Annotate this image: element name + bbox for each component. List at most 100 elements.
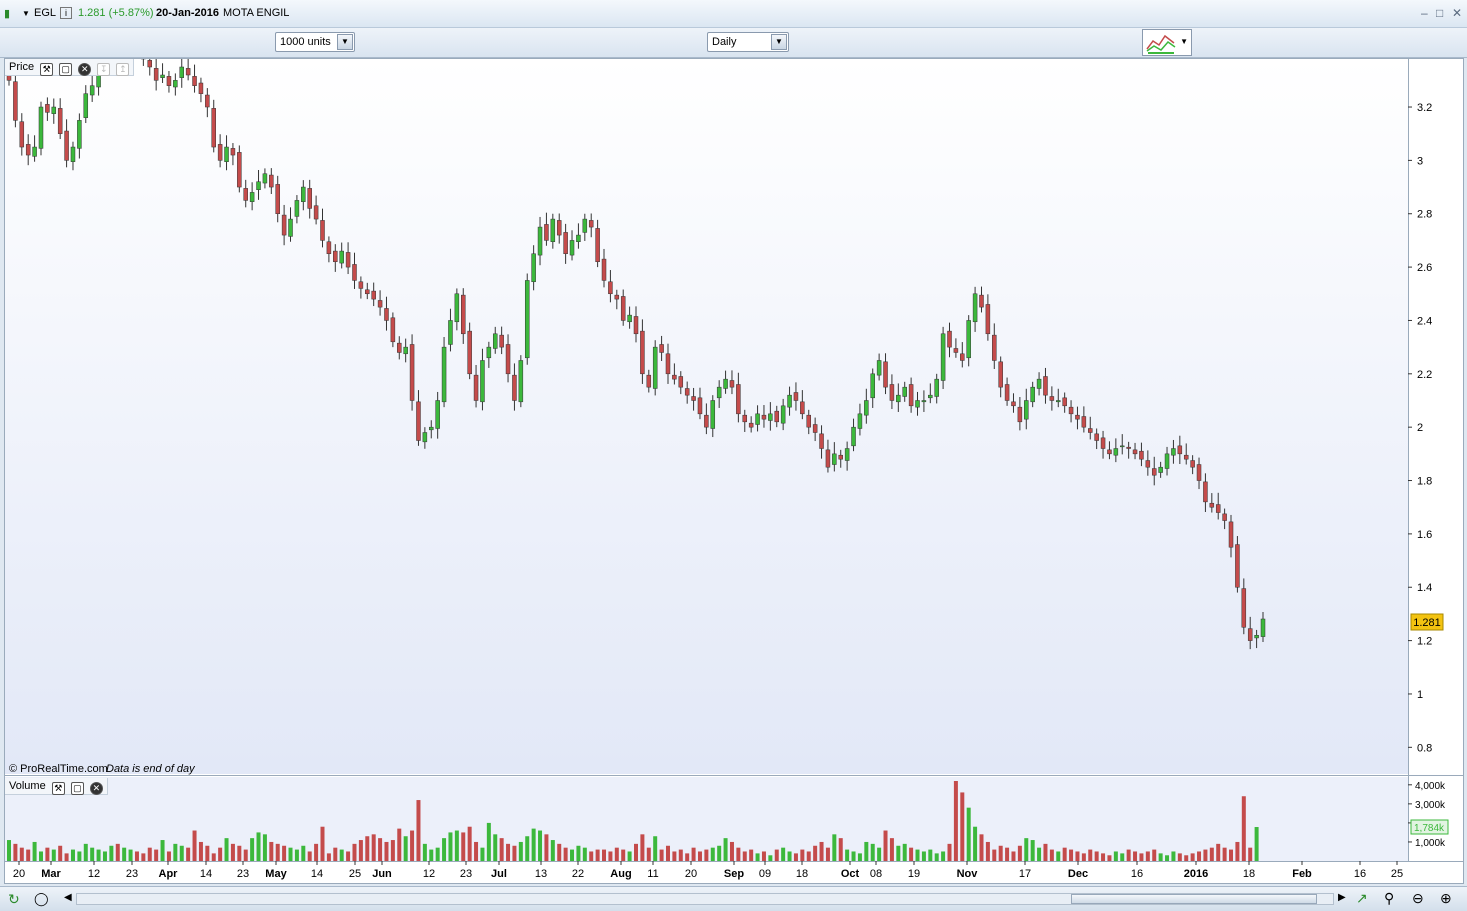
volume-bar: [595, 849, 600, 861]
maximize-icon[interactable]: □: [1436, 6, 1443, 20]
candle-body: [928, 394, 933, 399]
volume-bar: [218, 847, 223, 861]
candle-body: [77, 120, 82, 149]
volume-bar: [883, 830, 888, 861]
candle-body: [454, 293, 460, 323]
candle-body: [1049, 396, 1055, 401]
close-panel-icon[interactable]: ✕: [89, 782, 103, 795]
candle-body: [275, 184, 280, 214]
volume-bar: [1171, 851, 1176, 861]
close-panel-icon[interactable]: ✕: [78, 63, 92, 76]
candle-body: [1075, 414, 1080, 420]
price-tick-label: 2.6: [1417, 262, 1432, 274]
candle-body: [627, 314, 632, 323]
move-down-icon[interactable]: ↧: [97, 63, 111, 76]
zoom-fit-icon[interactable]: ⚲: [1384, 890, 1394, 907]
volume-bar: [1165, 855, 1170, 861]
scroll-right-icon[interactable]: ▶: [1338, 892, 1346, 903]
minimize-icon[interactable]: –: [1421, 6, 1428, 20]
window-icon[interactable]: ▢: [70, 782, 84, 795]
candle-body: [889, 384, 895, 401]
wrench-icon[interactable]: ⚒: [40, 63, 54, 76]
time-tick-label: 14: [200, 868, 212, 880]
volume-bar: [448, 832, 453, 861]
candle-body: [755, 413, 760, 425]
candle-body: [435, 400, 440, 429]
volume-bar: [1088, 849, 1093, 861]
candle-body: [1030, 386, 1035, 403]
time-tick-label: Oct: [841, 868, 860, 880]
volume-bar: [282, 845, 287, 861]
time-tick-label: 20: [13, 868, 25, 880]
volume-bar: [838, 838, 843, 861]
volume-bar: [1120, 853, 1125, 861]
chart-area[interactable]: 0.8 1 1.2 1.4 1.6 1.8 2 2.2 2.4 2.6 2.8 3 3.2 1,000k…: [4, 58, 1464, 884]
volume-bar: [531, 828, 536, 861]
volume-tick-label: 3,000k: [1415, 800, 1446, 811]
zoom-out-icon[interactable]: ⊖: [1412, 890, 1424, 907]
candle-body: [499, 334, 504, 348]
candle-body: [761, 414, 767, 420]
close-icon[interactable]: ✕: [1452, 6, 1462, 20]
candle-body: [633, 316, 639, 335]
candle-body: [1056, 400, 1061, 403]
volume-bar: [134, 851, 139, 861]
volume-bar: [793, 853, 798, 861]
info-icon[interactable]: i: [60, 7, 72, 19]
volume-bar: [474, 841, 479, 861]
candle-body: [492, 333, 498, 349]
volume-bar: [1203, 849, 1208, 861]
volume-bar: [1017, 845, 1022, 861]
candlestick-icon[interactable]: ▮: [4, 7, 10, 20]
chevron-down-icon[interactable]: ▼: [771, 34, 787, 50]
volume-bar: [358, 840, 363, 861]
scroll-left-icon[interactable]: ◀: [64, 892, 72, 903]
time-tick-label: 18: [796, 868, 808, 880]
candle-body: [25, 144, 31, 156]
candle-body: [998, 361, 1003, 388]
candle-body: [524, 280, 530, 359]
candle-body: [768, 413, 773, 421]
candle-body: [800, 401, 805, 415]
indicator-menu-button[interactable]: ▼: [1142, 29, 1192, 56]
title-bar: ▮ ▼ EGL i 1.281 (+5.87%) 20-Jan-2016 MOT…: [0, 0, 1467, 28]
scrollbar-thumb[interactable]: [1071, 894, 1317, 904]
ticker-symbol[interactable]: EGL: [34, 7, 56, 19]
candle-body: [742, 414, 748, 423]
auto-scale-icon[interactable]: ↗: [1356, 890, 1368, 907]
volume-bar: [851, 851, 856, 861]
volume-bar: [205, 845, 210, 861]
ticker-dropdown-icon[interactable]: ▼: [22, 9, 30, 18]
candle-body: [1004, 384, 1010, 401]
chart-canvas[interactable]: 0.8 1 1.2 1.4 1.6 1.8 2 2.2 2.4 2.6 2.8 3 3.2 1,000k…: [5, 59, 1463, 883]
wrench-icon[interactable]: ⚒: [51, 782, 65, 795]
candle-body: [608, 281, 613, 295]
candle-body: [684, 388, 690, 396]
zoom-in-icon[interactable]: ⊕: [1440, 890, 1452, 907]
candle-body: [1190, 460, 1195, 468]
cursor-tool-icon[interactable]: ◯: [34, 891, 49, 907]
window-icon[interactable]: ▢: [59, 63, 73, 76]
candle-body: [1081, 416, 1087, 428]
candle-body: [921, 400, 927, 403]
chevron-down-icon[interactable]: ▼: [1180, 37, 1188, 46]
move-up-icon[interactable]: ↥: [116, 63, 130, 76]
volume-bar: [422, 843, 427, 861]
units-select[interactable]: 1000 units ▼: [275, 32, 355, 52]
candle-body: [1119, 445, 1125, 448]
price-tick-label: 1.2: [1417, 636, 1432, 648]
candle-body: [333, 250, 338, 263]
volume-bar: [659, 849, 664, 861]
candle-body: [1222, 513, 1227, 521]
time-scrollbar[interactable]: [76, 893, 1334, 905]
volume-bar: [326, 853, 331, 861]
volume-bar: [691, 847, 696, 861]
period-select[interactable]: Daily ▼: [707, 32, 789, 52]
candle-body: [672, 374, 677, 380]
refresh-icon[interactable]: ↻: [8, 891, 20, 908]
volume-bar: [1101, 853, 1106, 861]
candle-body: [748, 422, 754, 428]
last-price-value: 1.281: [1413, 617, 1441, 629]
chevron-down-icon[interactable]: ▼: [337, 34, 353, 50]
candle-body: [652, 346, 658, 389]
